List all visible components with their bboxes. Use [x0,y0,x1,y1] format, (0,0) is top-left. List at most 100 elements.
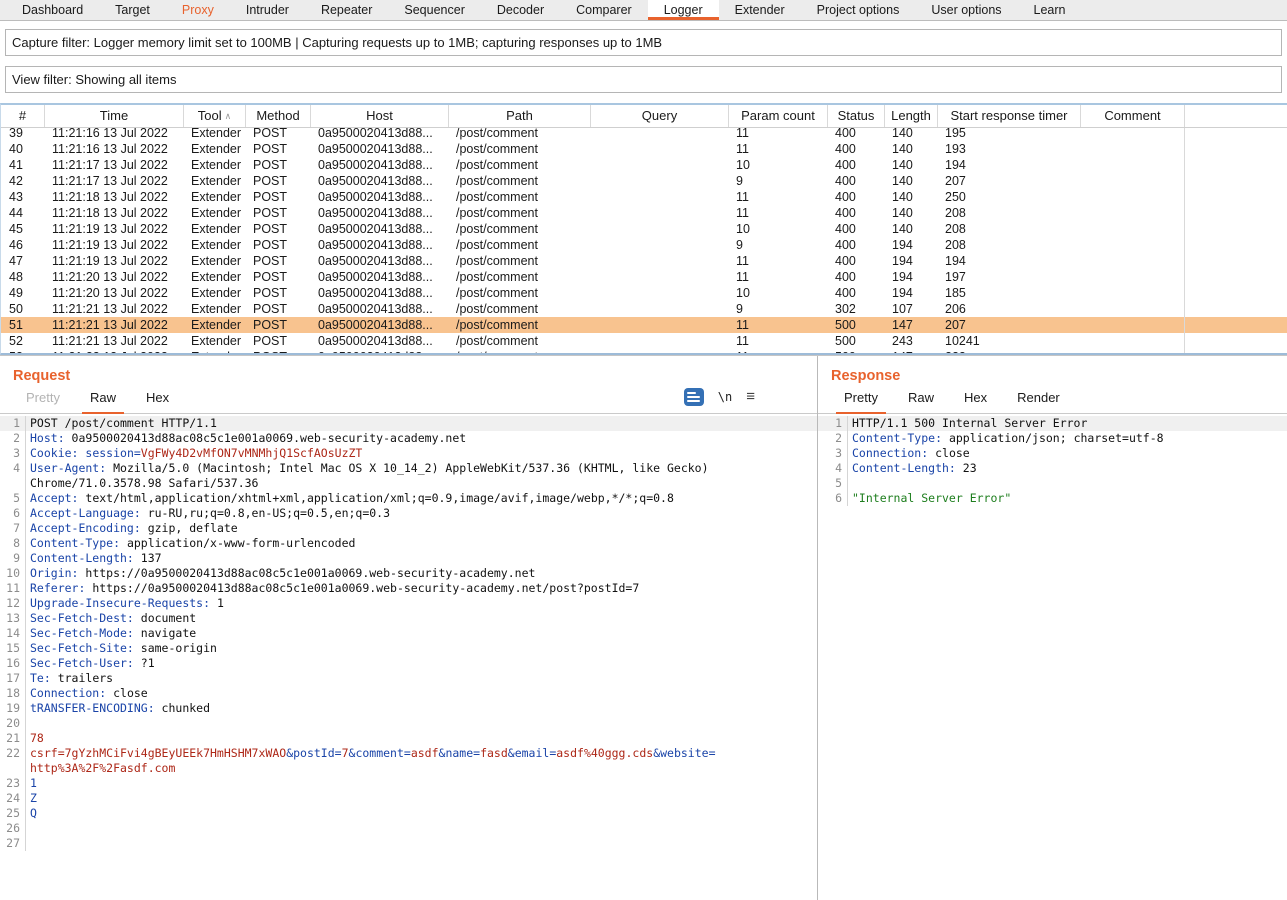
code-segment: chunked [155,701,210,715]
log-row-45[interactable]: 4511:21:19 13 Jul 2022ExtenderPOST0a9500… [1,221,1287,237]
column-header-label: Path [506,108,533,123]
cell-param-count: 11 [729,141,828,157]
menu-tab-proxy[interactable]: Proxy [166,0,230,20]
menu-tab-learn[interactable]: Learn [1018,0,1082,20]
column-header-length[interactable]: Length [885,105,938,127]
code-segment: Content-Type: [30,536,120,550]
cell-comment [1081,221,1185,237]
word-wrap-toggle-icon[interactable] [684,388,704,406]
menu-tab-dashboard[interactable]: Dashboard [6,0,99,20]
code-segment: Sec-Fetch-Dest: [30,611,134,625]
line-number: 6 [818,491,848,506]
menu-tab-extender[interactable]: Extender [719,0,801,20]
code-segment: Q [30,806,37,820]
cell-host: 0a9500020413d88... [311,157,449,173]
code-segment: ?1 [134,656,155,670]
cell-comment [1081,157,1185,173]
capture-filter-text: Capture filter: Logger memory limit set … [12,35,662,50]
menu-tab-decoder[interactable]: Decoder [481,0,560,20]
log-entries-table: #TimeTool∧ Method Host Path QueryParam count… [0,103,1287,355]
editor-line: 7Accept-Encoding: gzip, deflate [0,521,817,536]
response-tab-raw[interactable]: Raw [896,390,946,413]
line-number: 5 [818,476,848,491]
cell-tool: Extender [184,285,246,301]
cell-path: /post/comment [449,237,591,253]
column-header-time[interactable]: Time [45,105,184,127]
menu-tab-repeater[interactable]: Repeater [305,0,388,20]
log-row-43[interactable]: 4311:21:18 13 Jul 2022ExtenderPOST0a9500… [1,189,1287,205]
editor-menu-icon[interactable]: ≡ [746,392,755,402]
line-text: User-Agent: Mozilla/5.0 (Macintosh; Inte… [26,461,709,476]
line-number: 14 [0,626,26,641]
cell-query [591,221,729,237]
log-row-50[interactable]: 5011:21:21 13 Jul 2022ExtenderPOST0a9500… [1,301,1287,317]
code-segment: POST /post/comment HTTP/1.1 [30,416,217,430]
code-segment: asdf%40ggg.cds [556,746,653,760]
column-header-[interactable]: # [1,105,45,127]
response-tab-pretty[interactable]: Pretty [832,390,890,413]
column-header-tool[interactable]: Tool∧ [184,105,246,127]
line-text: Connection: close [848,446,970,461]
cell-path: /post/comment [449,221,591,237]
cell-time: 11:21:22 13 Jul 2022 [45,349,184,355]
cell-start-response-timer: 208 [938,205,1081,221]
cell-method: POST [246,237,311,253]
column-header-method[interactable]: Method [246,105,311,127]
code-segment: &name= [439,746,481,760]
cell-length: 140 [885,189,938,205]
log-row-52[interactable]: 5211:21:21 13 Jul 2022ExtenderPOST0a9500… [1,333,1287,349]
line-text [26,836,30,851]
column-header-comment[interactable]: Comment [1081,105,1185,127]
newline-toggle-icon[interactable]: \n [718,390,732,404]
menu-tab-user-options[interactable]: User options [915,0,1017,20]
column-header-host[interactable]: Host [311,105,449,127]
menu-tab-comparer[interactable]: Comparer [560,0,648,20]
column-header-query[interactable]: Query [591,105,729,127]
cell-comment [1081,173,1185,189]
response-editor[interactable]: 1HTTP/1.1 500 Internal Server Error2Cont… [818,414,1287,506]
log-row-42[interactable]: 4211:21:17 13 Jul 2022ExtenderPOST0a9500… [1,173,1287,189]
column-header-label: Method [256,108,299,123]
log-row-49[interactable]: 4911:21:20 13 Jul 2022ExtenderPOST0a9500… [1,285,1287,301]
cell-path: /post/comment [449,205,591,221]
response-tab-render[interactable]: Render [1005,390,1072,413]
request-editor[interactable]: 1POST /post/comment HTTP/1.12Host: 0a950… [0,414,817,851]
code-segment: Sec-Fetch-User: [30,656,134,670]
cell-tool: Extender [184,253,246,269]
column-header-path[interactable]: Path [449,105,591,127]
log-row-41[interactable]: 4111:21:17 13 Jul 2022ExtenderPOST0a9500… [1,157,1287,173]
log-row-51[interactable]: 5111:21:21 13 Jul 2022ExtenderPOST0a9500… [1,317,1287,333]
editor-line: 10Origin: https://0a9500020413d88ac08c5c… [0,566,817,581]
log-row-48[interactable]: 4811:21:20 13 Jul 2022ExtenderPOST0a9500… [1,269,1287,285]
menu-tab-logger[interactable]: Logger [648,0,719,20]
cell-: 50 [1,301,45,317]
log-row-40[interactable]: 4011:21:16 13 Jul 2022ExtenderPOST0a9500… [1,141,1287,157]
menu-tab-sequencer[interactable]: Sequencer [388,0,480,20]
burp-suite-logger-window: DashboardTargetProxyIntruderRepeaterSequ… [0,0,1287,900]
cell-start-response-timer: 193 [938,141,1081,157]
view-filter-bar[interactable]: View filter: Showing all items [5,66,1282,93]
capture-filter-bar[interactable]: Capture filter: Logger memory limit set … [5,29,1282,56]
log-row-47[interactable]: 4711:21:19 13 Jul 2022ExtenderPOST0a9500… [1,253,1287,269]
menu-tab-project-options[interactable]: Project options [801,0,916,20]
request-tab-raw[interactable]: Raw [78,390,128,413]
code-segment: Connection: [852,446,928,460]
response-tab-hex[interactable]: Hex [952,390,999,413]
log-row-44[interactable]: 4411:21:18 13 Jul 2022ExtenderPOST0a9500… [1,205,1287,221]
menu-tab-intruder[interactable]: Intruder [230,0,305,20]
code-segment: close [928,446,970,460]
column-header-status[interactable]: Status [828,105,885,127]
column-header-param-count[interactable]: Param count [729,105,828,127]
cell-method: POST [246,301,311,317]
cell-time: 11:21:19 13 Jul 2022 [45,237,184,253]
column-header-start-response-timer[interactable]: Start response timer [938,105,1081,127]
line-number: 11 [0,581,26,596]
cell-start-response-timer: 194 [938,157,1081,173]
request-tab-pretty[interactable]: Pretty [14,390,72,413]
log-row-53[interactable]: 5311:21:22 13 Jul 2022ExtenderPOST0a9500… [1,349,1287,355]
menu-tab-target[interactable]: Target [99,0,166,20]
log-row-46[interactable]: 4611:21:19 13 Jul 2022ExtenderPOST0a9500… [1,237,1287,253]
request-tab-hex[interactable]: Hex [134,390,181,413]
cell-host: 0a9500020413d88... [311,141,449,157]
line-number: 16 [0,656,26,671]
